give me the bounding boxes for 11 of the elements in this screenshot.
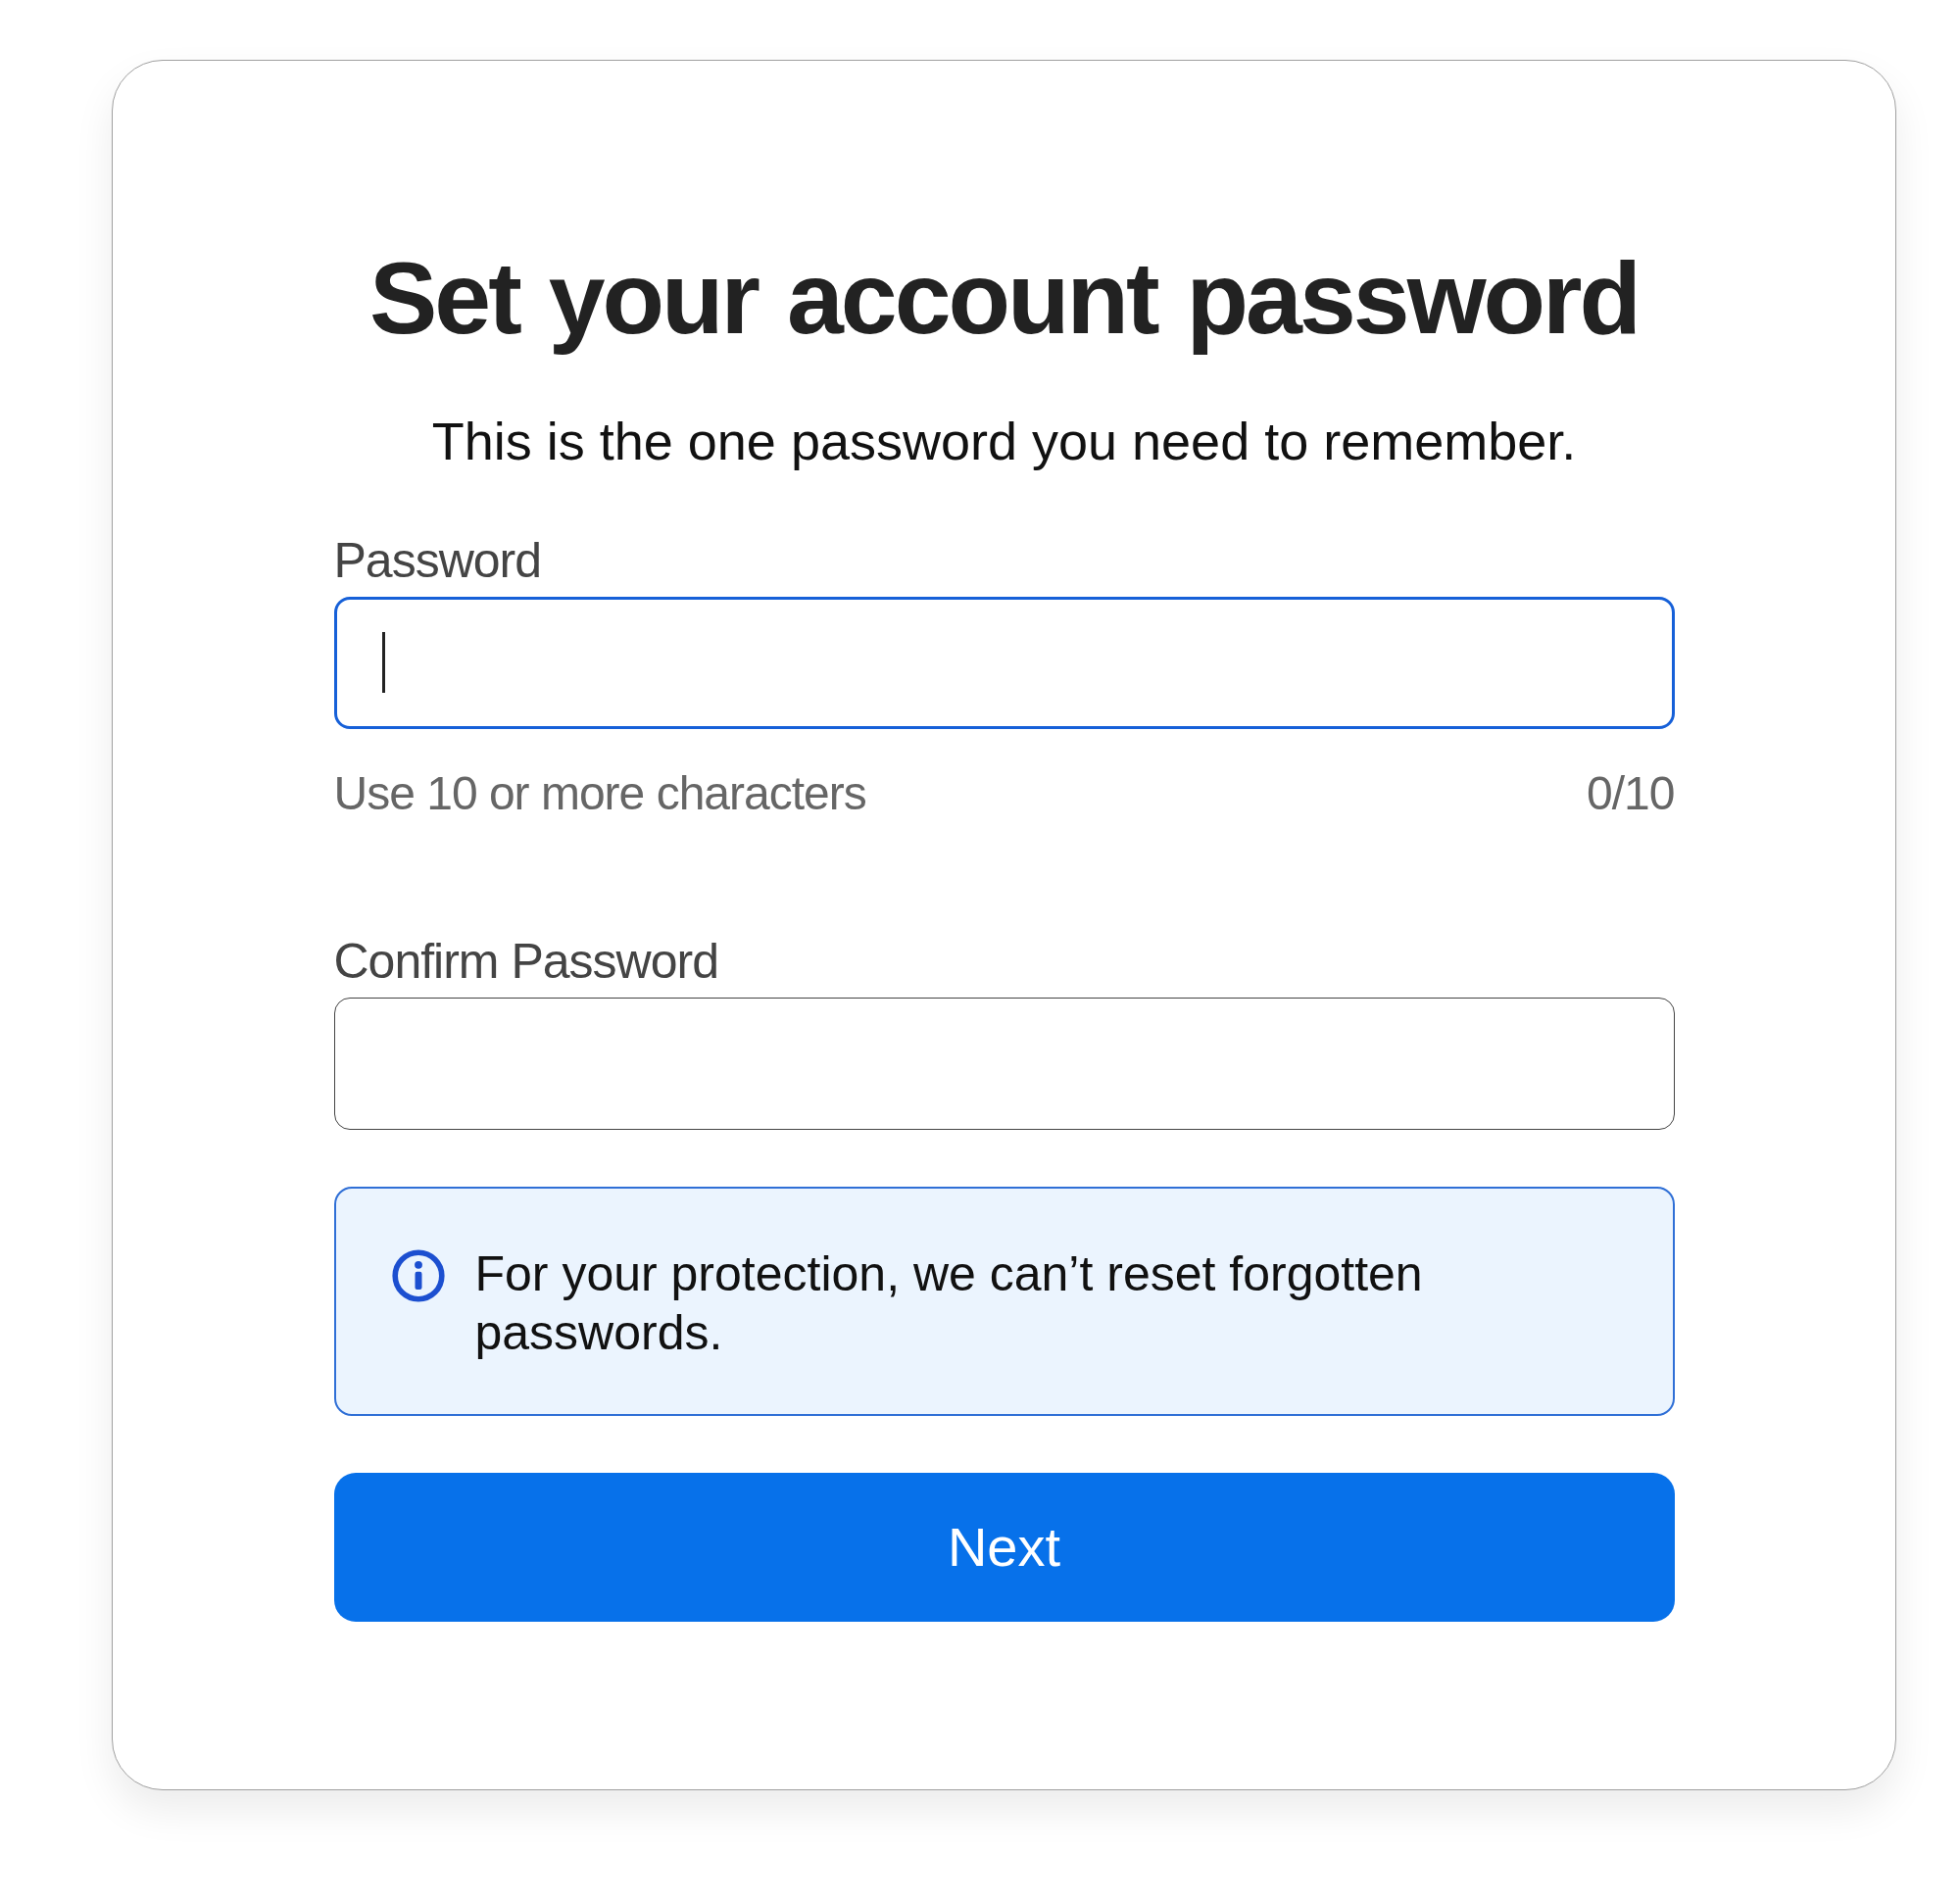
page-title: Set your account password xyxy=(368,240,1640,357)
hint-text: Use 10 or more characters xyxy=(333,765,866,820)
notice-text: For your protection, we can’t reset forgotten passwords. xyxy=(474,1244,1424,1362)
field-label: Confirm Password xyxy=(333,932,719,990)
subtitle: This is the one password you need to remember. xyxy=(431,410,1577,471)
password-field[interactable] xyxy=(333,997,1675,1130)
password-field[interactable] xyxy=(333,596,1675,729)
field-label: Password xyxy=(333,531,543,589)
character-counter: 0/10 xyxy=(1587,765,1675,820)
info-icon xyxy=(390,1247,446,1303)
next-button[interactable]: Next xyxy=(333,1472,1675,1622)
